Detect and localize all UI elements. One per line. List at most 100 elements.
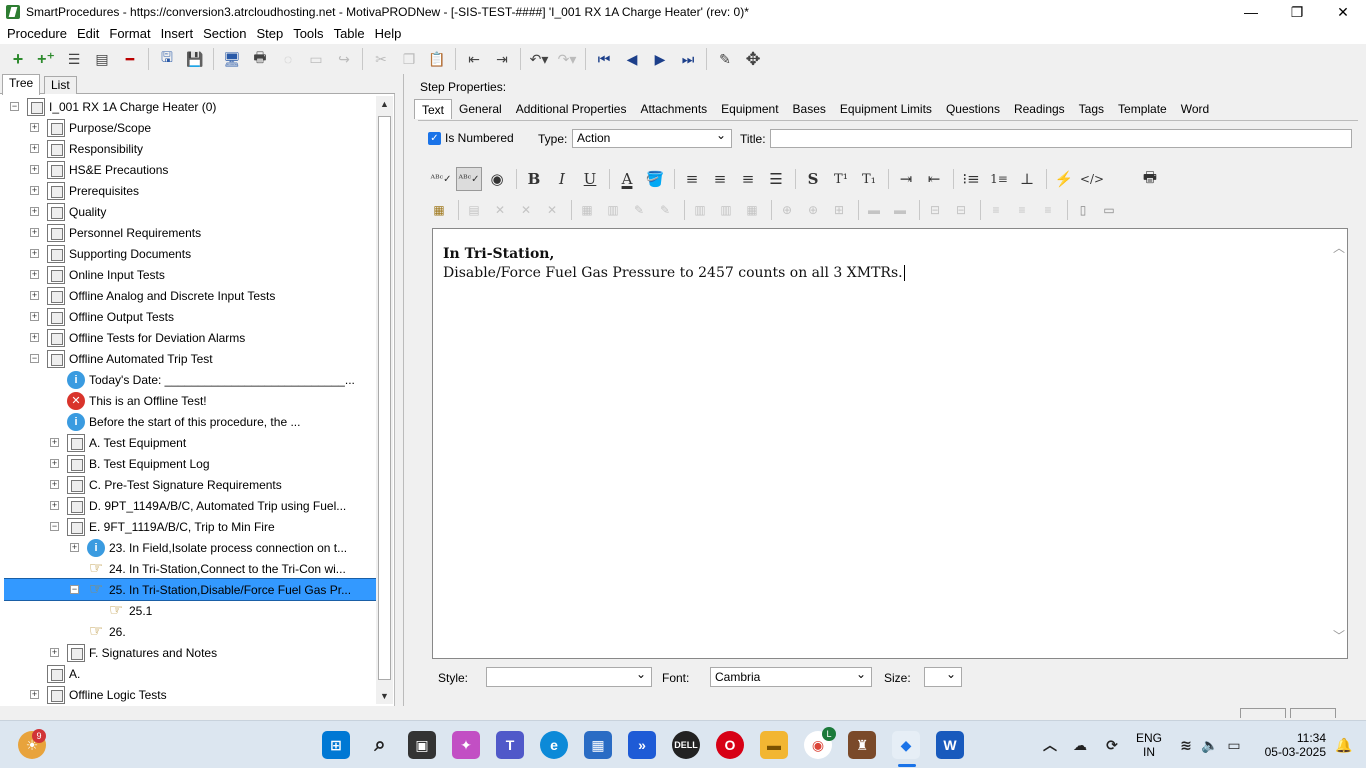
menu-table[interactable]: Table (329, 25, 370, 43)
list-detail-icon[interactable]: ▤ (91, 48, 113, 70)
word-icon[interactable]: W (936, 731, 964, 759)
opera-icon[interactable]: O (716, 731, 744, 759)
tree-item[interactable]: + C. Pre-Test Signature Requirements (4, 474, 376, 495)
add-substep-icon[interactable]: +⁺ (35, 48, 57, 70)
scroll-thumb[interactable] (378, 116, 391, 680)
expand-icon[interactable]: + (50, 480, 59, 489)
expand-icon[interactable]: + (30, 690, 39, 699)
collapse-icon[interactable]: − (50, 522, 59, 531)
expand-icon[interactable]: + (30, 123, 39, 132)
tree-item[interactable]: + HS&E Precautions (4, 159, 376, 180)
tree-item[interactable]: + Personnel Requirements (4, 222, 376, 243)
notification-bell-icon[interactable]: 🔔 (1330, 731, 1358, 759)
highlight-bucket-icon[interactable]: 🪣 (642, 167, 668, 191)
tab-bases[interactable]: Bases (786, 99, 833, 119)
previous-icon[interactable]: ◀ (621, 48, 643, 70)
dell-icon[interactable]: DELL (672, 731, 700, 759)
list-icon[interactable]: ☰ (63, 48, 85, 70)
tree-item[interactable]: i Today's Date: _________________________… (4, 369, 376, 390)
move-icon[interactable]: ✥ (742, 48, 764, 70)
tree-item[interactable]: + Offline Analog and Discrete Input Tests (4, 285, 376, 306)
smartprocedures-taskbar-icon[interactable]: ◆ (892, 731, 920, 759)
menu-edit[interactable]: Edit (72, 25, 104, 43)
cut-icon[interactable]: ✂ (370, 48, 392, 70)
expand-icon[interactable]: + (30, 270, 39, 279)
add-step-icon[interactable]: + (7, 48, 29, 70)
vertical-bar-icon[interactable]: ▯ (1072, 200, 1094, 220)
tree-item[interactable]: + Purpose/Scope (4, 117, 376, 138)
maximize-button[interactable]: ❐ (1274, 0, 1320, 24)
expand-icon[interactable]: + (30, 207, 39, 216)
tree-item[interactable]: A. (4, 663, 376, 684)
expand-icon[interactable]: + (30, 249, 39, 258)
subscript-button[interactable]: T₁ (856, 167, 882, 191)
redo-arrow-icon[interactable]: ↪ (333, 48, 355, 70)
tree-scrollbar[interactable]: ▲ ▼ (376, 96, 393, 704)
tree-item[interactable]: + A. Test Equipment (4, 432, 376, 453)
expand-icon[interactable]: + (50, 438, 59, 447)
spellcheck-icon[interactable]: ✎ (714, 48, 736, 70)
insert-row-below-icon[interactable]: ⊕ (802, 200, 824, 220)
font-color-button[interactable]: A (614, 167, 640, 191)
file-explorer-icon[interactable]: ▬ (760, 731, 788, 759)
tree-item[interactable]: + i 23. In Field,Isolate process connectio… (4, 537, 376, 558)
battery-icon[interactable]: ▭ (1220, 731, 1248, 759)
checkbox-checked-icon[interactable]: ✓ (428, 131, 441, 145)
language-indicator[interactable]: ENG IN (1134, 731, 1164, 759)
cell-props-icon[interactable]: ▥ (602, 200, 624, 220)
table-align-left-icon[interactable]: ⊟ (924, 200, 946, 220)
menu-procedure[interactable]: Procedure (2, 25, 72, 43)
html-code-button[interactable]: </> (1079, 167, 1105, 191)
tree-item[interactable]: − ☞ 25. In Tri-Station,Disable/Force Fuel … (4, 578, 376, 601)
align-left-icon[interactable]: ≡ (679, 167, 705, 191)
insert-col-right-icon[interactable]: ▥ (715, 200, 737, 220)
merge-cells-icon[interactable]: ▦ (741, 200, 763, 220)
copy-icon[interactable]: ❐ (398, 48, 420, 70)
type-dropdown[interactable]: Action (572, 127, 732, 148)
tab-additional-properties[interactable]: Additional Properties (509, 99, 634, 119)
tab-attachments[interactable]: Attachments (633, 99, 714, 119)
insert-col-left-icon[interactable]: ▥ (689, 200, 711, 220)
insert-table-icon[interactable]: ▦ (428, 200, 450, 220)
expand-icon[interactable]: + (50, 648, 59, 657)
strike-button[interactable]: S (800, 167, 826, 191)
border-right-icon[interactable]: ≡ (1037, 200, 1059, 220)
form-icon[interactable]: ▭ (305, 48, 327, 70)
tree-item[interactable]: i Before the start of this procedure, the… (4, 411, 376, 432)
minimize-button[interactable]: — (1228, 0, 1274, 24)
menu-help[interactable]: Help (370, 25, 407, 43)
expand-icon[interactable]: + (50, 459, 59, 468)
preview-icon[interactable]: 🖥 (221, 48, 243, 70)
align-right-icon[interactable]: ≡ (735, 167, 761, 191)
expand-icon[interactable]: + (70, 543, 79, 552)
tab-list[interactable]: List (44, 76, 77, 94)
editor-scroll-down-icon[interactable]: ﹀ (1333, 627, 1345, 644)
tree-item[interactable]: ✕ This is an Offline Test! (4, 390, 376, 411)
scroll-down-icon[interactable]: ▼ (376, 688, 393, 704)
print-preview-icon[interactable]: 🖶 (1137, 167, 1163, 191)
editor-scrollbar[interactable]: ︿ ﹀ (1331, 229, 1347, 658)
copilot-icon[interactable]: ✦ (452, 731, 480, 759)
title-input[interactable] (770, 129, 1352, 148)
delete-column-icon[interactable]: ✕ (489, 200, 511, 220)
delete-row-icon[interactable]: ✕ (515, 200, 537, 220)
tab-questions[interactable]: Questions (939, 99, 1007, 119)
remote-app-icon[interactable]: ♜ (848, 731, 876, 759)
align-center-icon[interactable]: ≡ (707, 167, 733, 191)
indent-icon[interactable]: ⇥ (491, 48, 513, 70)
expand-icon[interactable]: + (30, 291, 39, 300)
undo-icon[interactable]: ↶▾ (528, 48, 550, 70)
numbered-list-icon[interactable]: 1≡ (986, 167, 1012, 191)
close-button[interactable]: ✕ (1320, 0, 1366, 24)
justify-icon[interactable]: ☰ (763, 167, 789, 191)
sync-icon[interactable]: ⟳ (1098, 731, 1126, 759)
refresh-icon[interactable]: ◌ (277, 48, 299, 70)
menu-insert[interactable]: Insert (156, 25, 199, 43)
split-cell-icon[interactable]: ⊞ (828, 200, 850, 220)
tree-item[interactable]: + D. 9PT_1149A/B/C, Automated Trip using … (4, 495, 376, 516)
print-icon[interactable]: 🖶 (249, 48, 271, 70)
table-delete-icon[interactable]: ▤ (463, 200, 485, 220)
menu-tools[interactable]: Tools (288, 25, 328, 43)
save-icon[interactable]: 💾 (184, 48, 206, 70)
task-view-icon[interactable]: ▣ (408, 731, 436, 759)
